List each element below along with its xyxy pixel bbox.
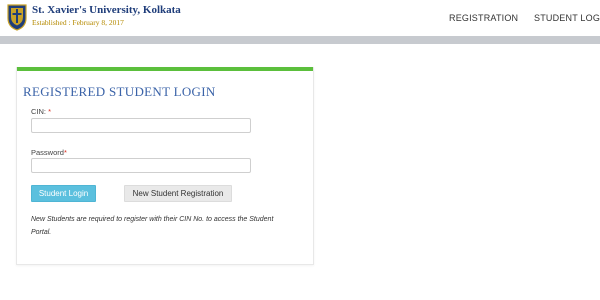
nav-student-login-link[interactable]: STUDENT LOGIN xyxy=(534,13,600,23)
cin-input[interactable] xyxy=(31,118,251,133)
new-student-registration-button[interactable]: New Student Registration xyxy=(124,185,232,202)
registration-note-line-2: Portal. xyxy=(31,229,52,236)
student-login-button[interactable]: Student Login xyxy=(31,185,96,202)
nav-registration-link[interactable]: REGISTRATION xyxy=(449,13,518,23)
header-divider-bar xyxy=(0,36,600,44)
established-date: Established : February 8, 2017 xyxy=(32,18,124,27)
registration-note-line-1: New Students are required to register wi… xyxy=(31,216,274,223)
brand-name[interactable]: St. Xavier's University, Kolkata xyxy=(32,4,181,16)
cin-label-text: CIN: xyxy=(31,107,46,116)
university-crest-icon[interactable] xyxy=(6,3,28,31)
password-required-marker: * xyxy=(63,148,67,157)
card-accent-bar xyxy=(17,67,313,71)
password-input[interactable] xyxy=(31,158,251,173)
login-card-title: REGISTERED STUDENT LOGIN xyxy=(23,84,216,99)
login-card: REGISTERED STUDENT LOGIN CIN: * Password… xyxy=(16,67,314,265)
registration-note: New Students are required to register wi… xyxy=(31,213,301,239)
password-label-text: Password xyxy=(31,148,64,157)
cin-label: CIN: * xyxy=(31,107,51,116)
password-label: Password* xyxy=(31,148,67,157)
cin-required-marker: * xyxy=(48,107,52,116)
site-header: St. Xavier's University, Kolkata Establi… xyxy=(0,0,600,36)
